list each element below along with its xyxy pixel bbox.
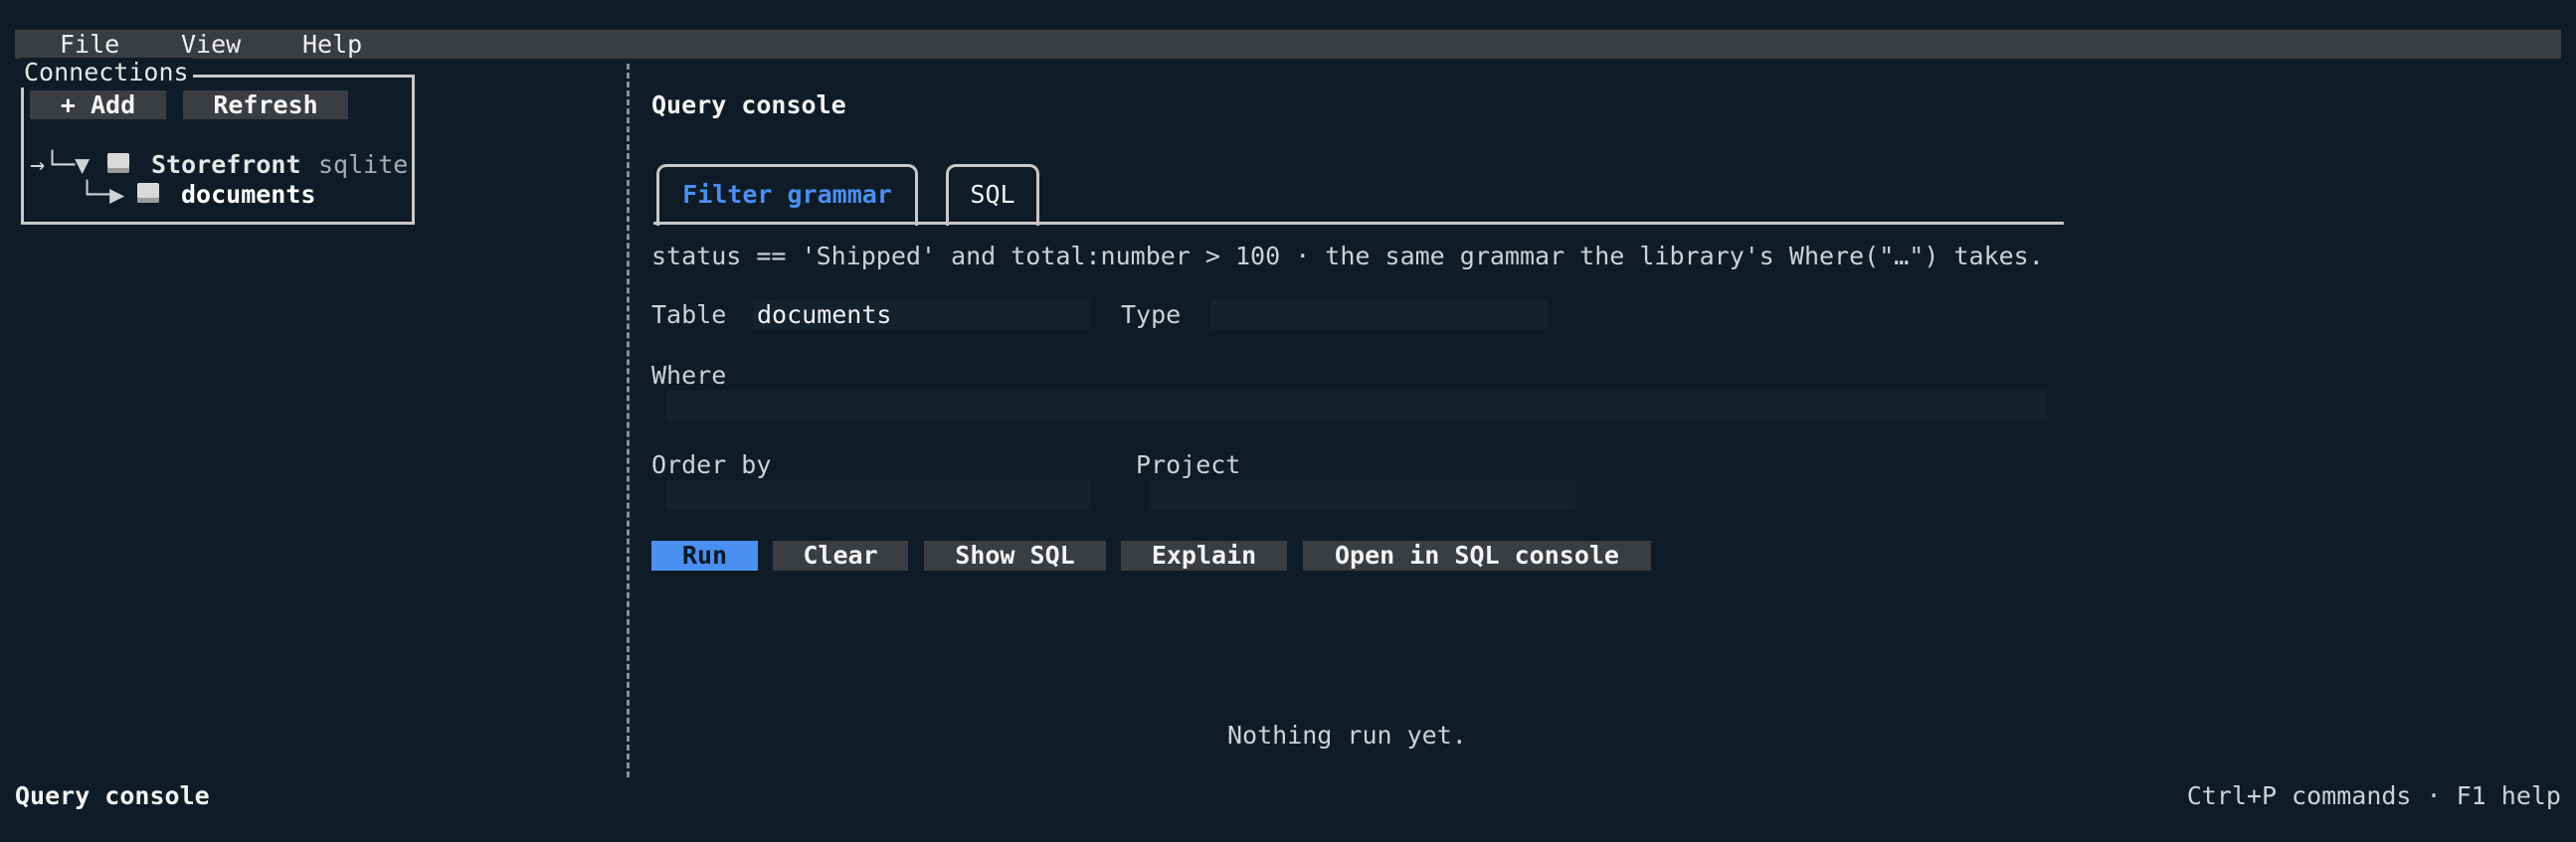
order-by-label: Order by — [651, 450, 772, 479]
clear-button[interactable]: Clear — [773, 541, 908, 571]
menu-file[interactable]: File — [60, 30, 119, 59]
tree-branch-icon: └─▶ — [80, 180, 125, 209]
run-button[interactable]: Run — [651, 541, 758, 571]
results-empty-message: Nothing run yet. — [1227, 721, 1467, 750]
driver-label: sqlite — [318, 150, 409, 179]
project-label: Project — [1136, 450, 1241, 479]
tree-expand-arrow-icon[interactable]: →└─▼ — [30, 150, 90, 180]
table-field[interactable]: documents — [753, 300, 1090, 330]
tree-item-storefront[interactable]: Storefront — [151, 150, 301, 180]
tab-sql[interactable]: SQL — [946, 164, 1039, 226]
database-icon — [107, 153, 129, 173]
add-connection-button[interactable]: + Add — [30, 90, 166, 119]
tree-item-documents[interactable]: documents — [181, 180, 315, 210]
status-bar-title: Query console — [15, 781, 210, 810]
explain-button[interactable]: Explain — [1121, 541, 1287, 571]
refresh-button[interactable]: Refresh — [183, 90, 348, 119]
menu-help[interactable]: Help — [302, 30, 362, 59]
type-label: Type — [1121, 300, 1182, 329]
menu-bar: File View Help — [15, 30, 2561, 59]
order-by-field[interactable] — [666, 480, 1091, 510]
table-label: Table — [651, 300, 727, 329]
where-field[interactable] — [666, 391, 2047, 421]
where-label: Where — [651, 361, 727, 390]
project-field[interactable] — [1151, 480, 1575, 510]
open-in-sql-console-button[interactable]: Open in SQL console — [1303, 541, 1651, 571]
show-sql-button[interactable]: Show SQL — [924, 541, 1106, 571]
table-icon — [137, 183, 159, 203]
type-field[interactable] — [1210, 300, 1548, 330]
tab-underline — [653, 222, 2064, 225]
filter-hint: status == 'Shipped' and total:number > 1… — [651, 242, 2044, 270]
tab-filter-grammar[interactable]: Filter grammar — [656, 164, 918, 226]
panel-divider[interactable] — [627, 64, 630, 777]
connections-title: Connections — [20, 58, 193, 87]
menu-view[interactable]: View — [181, 30, 241, 59]
page-title: Query console — [651, 90, 846, 119]
status-bar-hints: Ctrl+P commands · F1 help — [2186, 781, 2561, 810]
